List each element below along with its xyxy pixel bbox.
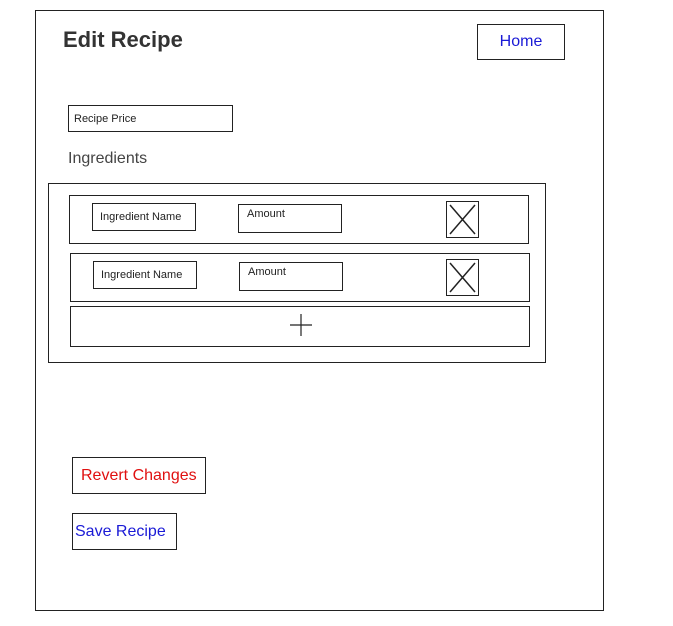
ingredient-amount-input[interactable] bbox=[238, 204, 342, 233]
delete-ingredient-button[interactable] bbox=[446, 201, 479, 238]
page-title: Edit Recipe bbox=[63, 27, 183, 52]
ingredient-name-input[interactable] bbox=[93, 261, 197, 289]
home-button[interactable]: Home bbox=[477, 24, 565, 60]
ingredient-amount-input[interactable] bbox=[239, 262, 343, 291]
add-ingredient-button[interactable] bbox=[70, 306, 530, 347]
ingredient-name-input[interactable] bbox=[92, 203, 196, 231]
x-icon bbox=[449, 262, 476, 293]
delete-ingredient-button[interactable] bbox=[446, 259, 479, 296]
recipe-price-input[interactable] bbox=[68, 105, 233, 132]
ingredients-label: Ingredients bbox=[68, 150, 148, 167]
revert-changes-button[interactable]: Revert Changes bbox=[72, 457, 206, 494]
plus-icon bbox=[290, 314, 312, 336]
save-recipe-button[interactable]: Save Recipe bbox=[72, 513, 177, 550]
x-icon bbox=[449, 204, 476, 235]
